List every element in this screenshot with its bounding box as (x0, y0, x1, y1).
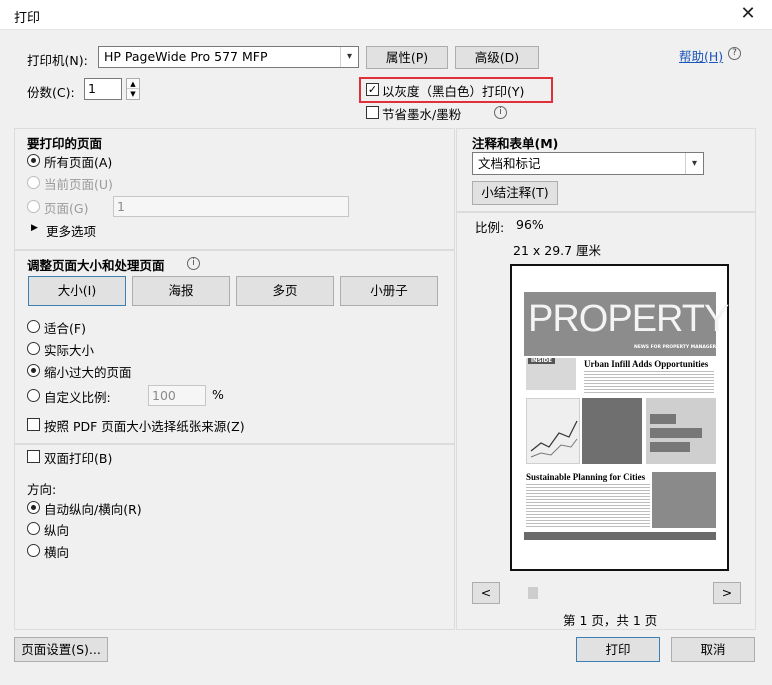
auto-orientation-label: 自动纵向/横向(R) (44, 502, 142, 517)
landscape-radio[interactable] (27, 544, 40, 557)
portrait-label: 纵向 (44, 523, 70, 538)
comments-heading: 注释和表单(M) (472, 136, 559, 151)
masthead-subtitle: NEWS FOR PROPERTY MANAGERS (634, 345, 720, 350)
size-tab-button[interactable]: 大小(I) (28, 276, 126, 306)
page-sizing-heading: 调整页面大小和处理页面 (27, 258, 165, 273)
copies-input[interactable]: 1 (84, 78, 122, 100)
duplex-label: 双面打印(B) (44, 451, 113, 466)
title-bar (0, 0, 772, 30)
poster-tab-button[interactable]: 海报 (132, 276, 230, 306)
article-text-2 (526, 484, 650, 528)
headline-2: Sustainable Planning for Cities (526, 472, 646, 482)
current-page-label: 当前页面(U) (44, 177, 113, 192)
pages-heading: 要打印的页面 (27, 136, 103, 151)
footer-bar (524, 532, 716, 540)
custom-scale-radio[interactable] (27, 389, 40, 402)
save-ink-label: 节省墨水/墨粉 (382, 107, 462, 122)
printer-value: HP PageWide Pro 577 MFP (104, 49, 268, 64)
pages-label: 页面(G) (44, 201, 89, 216)
multiple-tab-button[interactable]: 多页 (236, 276, 334, 306)
masthead-title: PROPERTY (528, 298, 729, 340)
paper-size-label: 21 x 29.7 厘米 (513, 243, 602, 258)
printer-select[interactable]: HP PageWide Pro 577 MFP ▾ (98, 46, 359, 68)
pages-input[interactable]: 1 (113, 196, 349, 217)
printer-label: 打印机(N): (27, 53, 88, 68)
booklet-tab-button[interactable]: 小册子 (340, 276, 438, 306)
page-setup-button[interactable]: 页面设置(S)... (14, 637, 108, 662)
chevron-down-icon: ▾ (340, 47, 358, 67)
next-page-button[interactable]: > (713, 582, 741, 604)
copies-stepper[interactable]: ▲ ▼ (126, 78, 140, 100)
properties-button[interactable]: 属性(P) (366, 46, 448, 69)
auto-orientation-radio[interactable] (27, 501, 40, 514)
stepper-down-icon[interactable]: ▼ (127, 89, 139, 99)
all-pages-label: 所有页面(A) (44, 155, 113, 170)
expand-triangle-icon[interactable]: ▶ (31, 223, 38, 233)
all-pages-radio[interactable] (27, 154, 40, 167)
portrait-radio[interactable] (27, 522, 40, 535)
info-icon[interactable]: i (187, 257, 200, 270)
scale-label: 比例: (475, 220, 505, 235)
stepper-up-icon[interactable]: ▲ (127, 79, 139, 89)
save-ink-checkbox[interactable] (366, 106, 379, 119)
print-button[interactable]: 打印 (576, 637, 660, 662)
photo-thumb-2 (652, 472, 716, 528)
percent-label: % (212, 387, 224, 402)
custom-scale-label: 自定义比例: (44, 390, 111, 405)
chart-thumb-icon (530, 420, 578, 458)
headline-1: Urban Infill Adds Opportunities (584, 359, 709, 369)
page-scrollbar[interactable] (528, 587, 684, 599)
info-icon[interactable]: i (494, 106, 507, 119)
landscape-label: 横向 (44, 545, 70, 560)
advanced-button[interactable]: 高级(D) (455, 46, 539, 69)
duplex-checkbox[interactable] (27, 450, 40, 463)
scroll-thumb[interactable] (528, 587, 538, 599)
more-options-link[interactable]: 更多选项 (46, 221, 96, 240)
current-page-radio[interactable] (27, 176, 40, 189)
line-chart-thumb (526, 398, 580, 464)
bar-chart-thumb (646, 398, 716, 464)
cancel-button[interactable]: 取消 (671, 637, 755, 662)
help-link[interactable]: 帮助(H) (679, 46, 723, 65)
article-text-1 (584, 371, 714, 393)
custom-scale-input[interactable]: 100 (148, 385, 206, 406)
actual-size-radio[interactable] (27, 342, 40, 355)
help-icon[interactable]: ? (728, 47, 741, 60)
comments-value: 文档和标记 (478, 156, 541, 171)
scale-value: 96% (516, 217, 544, 232)
copies-label: 份数(C): (27, 85, 75, 100)
photo-thumb-1 (582, 398, 642, 464)
shrink-oversized-label: 缩小过大的页面 (44, 365, 132, 380)
page-indicator: 第 1 页，共 1 页 (563, 613, 658, 628)
page-preview: PROPERTY NEWS FOR PROPERTY MANAGERS INSI… (510, 264, 729, 571)
close-icon[interactable]: ✕ (738, 3, 758, 25)
shrink-oversized-radio[interactable] (27, 364, 40, 377)
orientation-section (14, 444, 455, 630)
paper-source-checkbox[interactable] (27, 418, 40, 431)
summarize-comments-button[interactable]: 小结注释(T) (472, 181, 558, 205)
orientation-heading: 方向: (27, 482, 57, 497)
pages-radio[interactable] (27, 200, 40, 213)
paper-source-label: 按照 PDF 页面大小选择纸张来源(Z) (44, 419, 245, 434)
window-title: 打印 (14, 11, 41, 26)
comments-select[interactable]: 文档和标记 ▾ (472, 152, 704, 175)
grayscale-checkbox[interactable]: ✓ (366, 83, 379, 96)
grayscale-label: 以灰度（黑白色）打印(Y) (382, 84, 525, 99)
actual-size-label: 实际大小 (44, 343, 95, 358)
chevron-down-icon: ▾ (685, 153, 703, 174)
fit-radio[interactable] (27, 320, 40, 333)
fit-label: 适合(F) (44, 321, 86, 336)
inside-label: INSIDE (528, 358, 555, 364)
prev-page-button[interactable]: < (472, 582, 500, 604)
